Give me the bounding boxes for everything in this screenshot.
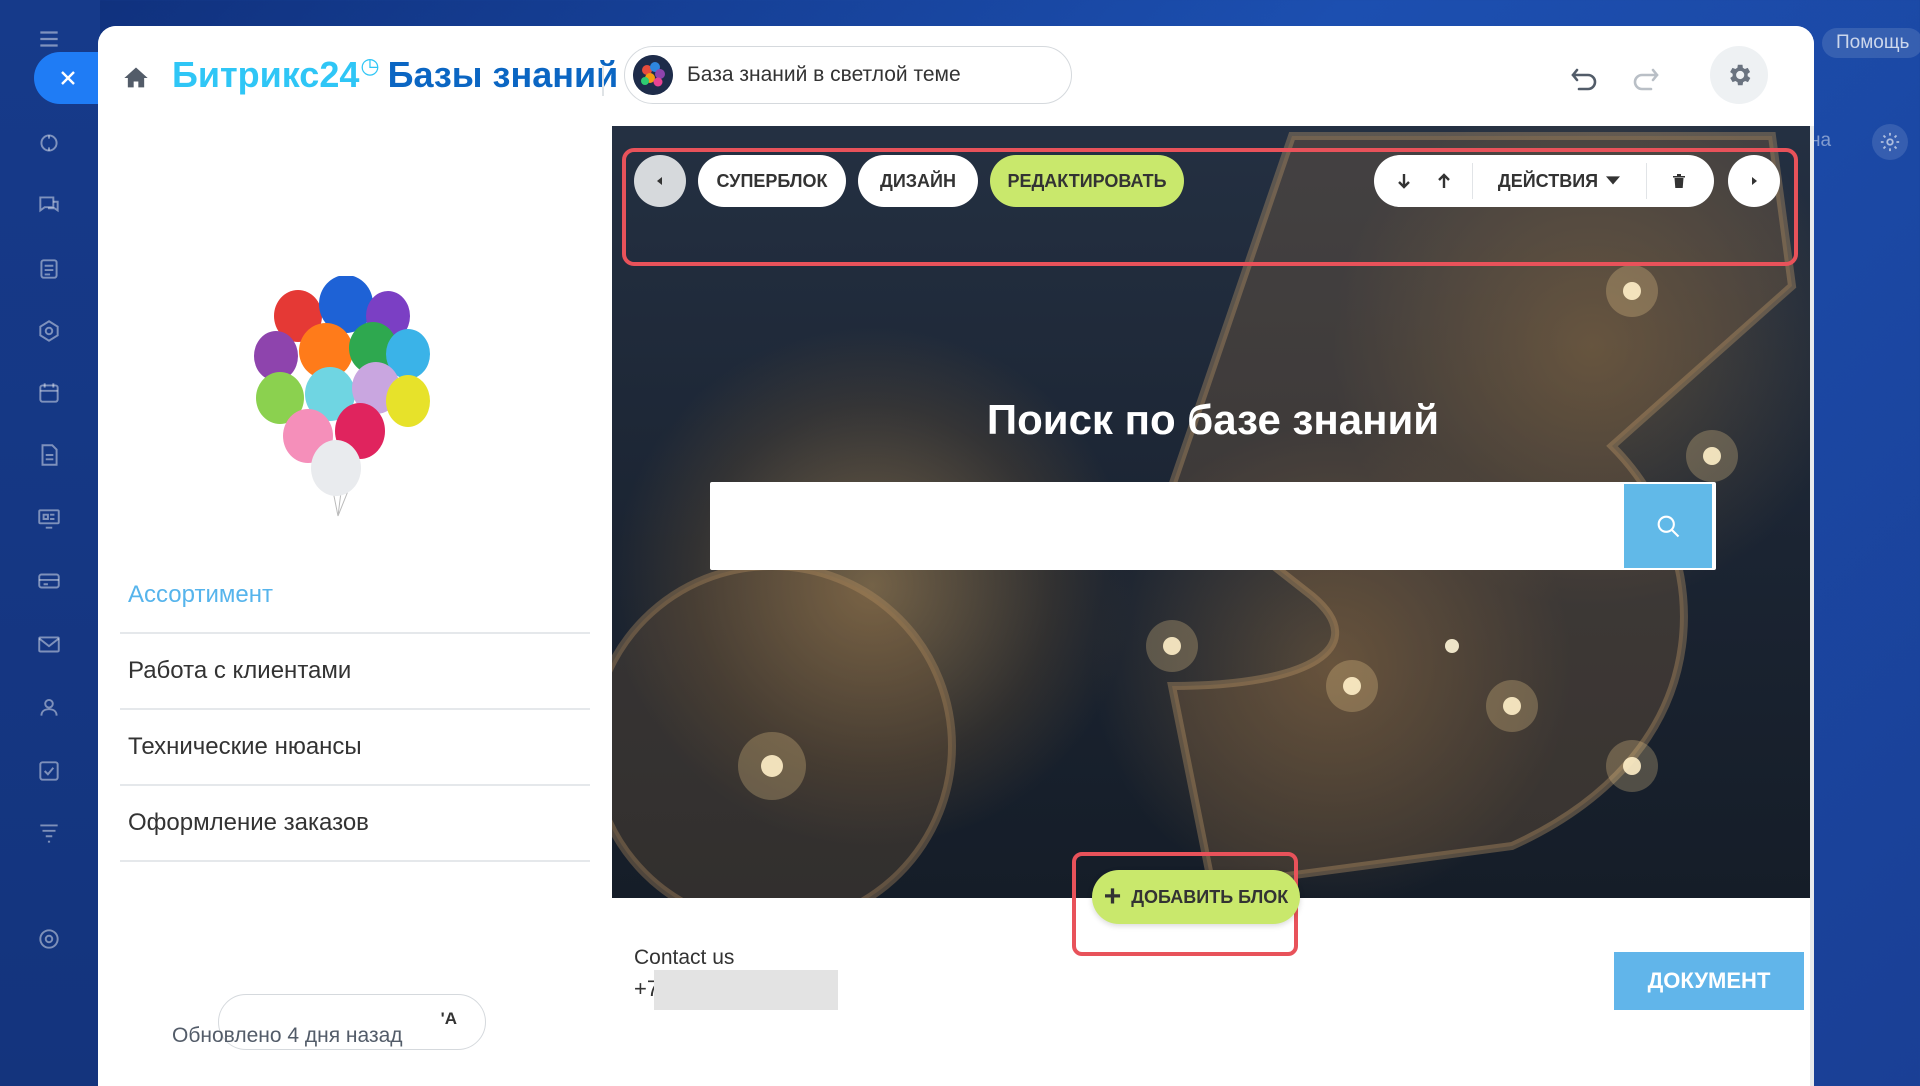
sidebar-item-label: Работа с клиентами (128, 657, 352, 684)
actions-separator (1472, 163, 1473, 199)
brand-title: Битрикс24◷ Базы знаний (172, 53, 619, 96)
updated-status: Обновлено 4 дня назад (172, 1024, 403, 1047)
add-block-button[interactable]: + Добавить блок (1092, 870, 1300, 924)
sidebar-item-label: Технические нюансы (128, 733, 362, 760)
contact-title: Contact us (634, 946, 735, 969)
mail-icon[interactable] (34, 630, 64, 660)
site-avatar (633, 55, 673, 95)
left-navigation-rail (0, 0, 100, 1086)
search-hero-block: Суперблок Дизайн Редактировать Действия … (612, 126, 1814, 898)
balloons-logo (254, 276, 430, 517)
gear-icon (1730, 64, 1751, 86)
phone-number-redaction (654, 970, 838, 1010)
arrow-down-icon (1398, 174, 1410, 189)
menu-icon[interactable] (34, 24, 64, 54)
store-icon[interactable] (34, 566, 64, 596)
knowledge-search-input[interactable] (710, 482, 1622, 570)
stream-icon[interactable] (34, 128, 64, 158)
search-button[interactable] (1624, 484, 1712, 568)
background-gear-icon[interactable] (1872, 124, 1908, 160)
sidebar-item-assortment[interactable]: Ассортимент (120, 558, 590, 634)
document-icon[interactable] (34, 440, 64, 470)
trash-icon (1673, 174, 1685, 188)
sites-icon[interactable] (34, 504, 64, 534)
close-icon (61, 71, 75, 85)
site-selector[interactable]: База знаний в светлой теме (624, 46, 1072, 104)
sidebar-item-label: Оформление заказов (128, 809, 369, 836)
brand-name: Битрикс24 (172, 54, 360, 95)
sidebar-item-clients[interactable]: Работа с клиентами (120, 634, 590, 710)
filter-icon[interactable] (34, 818, 64, 848)
vertical-scrollbar[interactable] (1810, 126, 1814, 1086)
hero-title: Поиск по базе знаний (986, 396, 1440, 443)
block-actions-group: Действия (1374, 155, 1714, 207)
site-selector-label: База знаний в светлой теме (687, 63, 961, 86)
chat-icon[interactable] (34, 190, 64, 220)
knowledge-base-sidebar: Ассортимент Работа с клиентами Техническ… (98, 126, 612, 1086)
news-icon[interactable] (34, 254, 64, 284)
undo-icon[interactable] (1568, 60, 1602, 94)
sidebar-item-technical[interactable]: Технические нюансы (120, 710, 590, 786)
design-button[interactable]: Дизайн (858, 155, 978, 207)
calendar-icon[interactable] (34, 378, 64, 408)
caret-left-icon (657, 177, 662, 185)
move-up-button[interactable] (1426, 155, 1462, 207)
caret-right-icon (1752, 177, 1757, 185)
block-next-button[interactable] (1728, 155, 1780, 207)
actions-separator (1646, 163, 1647, 199)
superblock-button[interactable]: Суперблок (698, 155, 846, 207)
actions-dropdown-label: Действия (1497, 170, 1599, 191)
actions-dropdown[interactable]: Действия (1474, 155, 1644, 207)
settings-icon[interactable] (34, 924, 64, 954)
add-block-label: Добавить блок (1131, 886, 1289, 907)
brand-clock-icon: ◷ (360, 53, 380, 78)
chevron-down-icon (1606, 176, 1621, 185)
settings-button[interactable] (1710, 46, 1768, 104)
section-name: Базы знаний (387, 54, 619, 95)
arrow-up-icon (1438, 173, 1450, 188)
plus-icon: + (1103, 880, 1122, 913)
move-down-button[interactable] (1386, 155, 1422, 207)
title-separator (602, 66, 604, 96)
tasks-icon[interactable] (34, 756, 64, 786)
delete-block-button[interactable] (1656, 155, 1702, 207)
crm-icon[interactable] (34, 316, 64, 346)
knowledge-base-editor-window: Битрикс24◷ Базы знаний База знаний в свет… (98, 26, 1814, 1086)
pill-tail-text: 'А (440, 1009, 457, 1028)
employees-icon[interactable] (34, 692, 64, 722)
help-button[interactable]: Помощь (1822, 28, 1920, 58)
close-slider-button[interactable] (34, 52, 104, 104)
block-prev-button[interactable] (634, 155, 686, 207)
edit-button[interactable]: Редактировать (990, 155, 1184, 207)
document-button[interactable]: ДОКУМЕНТ (1614, 952, 1804, 1010)
sidebar-item-orders[interactable]: Оформление заказов (120, 786, 590, 862)
sidebar-item-label: Ассортимент (128, 581, 273, 608)
search-icon (1657, 515, 1680, 538)
home-icon[interactable] (122, 64, 150, 92)
knowledge-search-form (710, 482, 1716, 570)
redo-icon[interactable] (1628, 60, 1662, 94)
editor-top-bar: Битрикс24◷ Базы знаний База знаний в свет… (98, 26, 1814, 126)
